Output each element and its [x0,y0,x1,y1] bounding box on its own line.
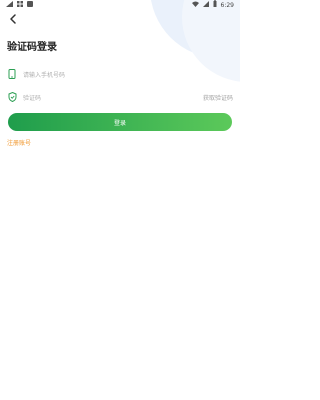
status-bar: 6:29 [0,0,240,12]
phone-field[interactable]: 请输入手机号码 [7,66,233,82]
code-field[interactable]: 验证码 获取验证码 [7,89,233,105]
app-icon [27,0,33,12]
wifi-icon [191,0,199,12]
background-decoration [0,0,240,400]
register-link[interactable]: 注册账号 [7,138,31,147]
back-button[interactable] [5,10,21,26]
cellular-icon [202,0,209,12]
get-code-button[interactable]: 获取验证码 [203,93,233,102]
login-button[interactable]: 登录 [8,113,232,131]
page-title: 验证码登录 [7,42,57,53]
battery-icon [213,0,217,12]
shield-icon [7,92,17,102]
phone-icon [7,69,17,79]
phone-input[interactable]: 请输入手机号码 [23,70,233,79]
status-time: 6:29 [220,2,234,9]
chevron-left-icon [9,9,17,28]
status-bar-right: 6:29 [191,0,234,12]
code-input[interactable]: 验证码 [23,93,203,102]
